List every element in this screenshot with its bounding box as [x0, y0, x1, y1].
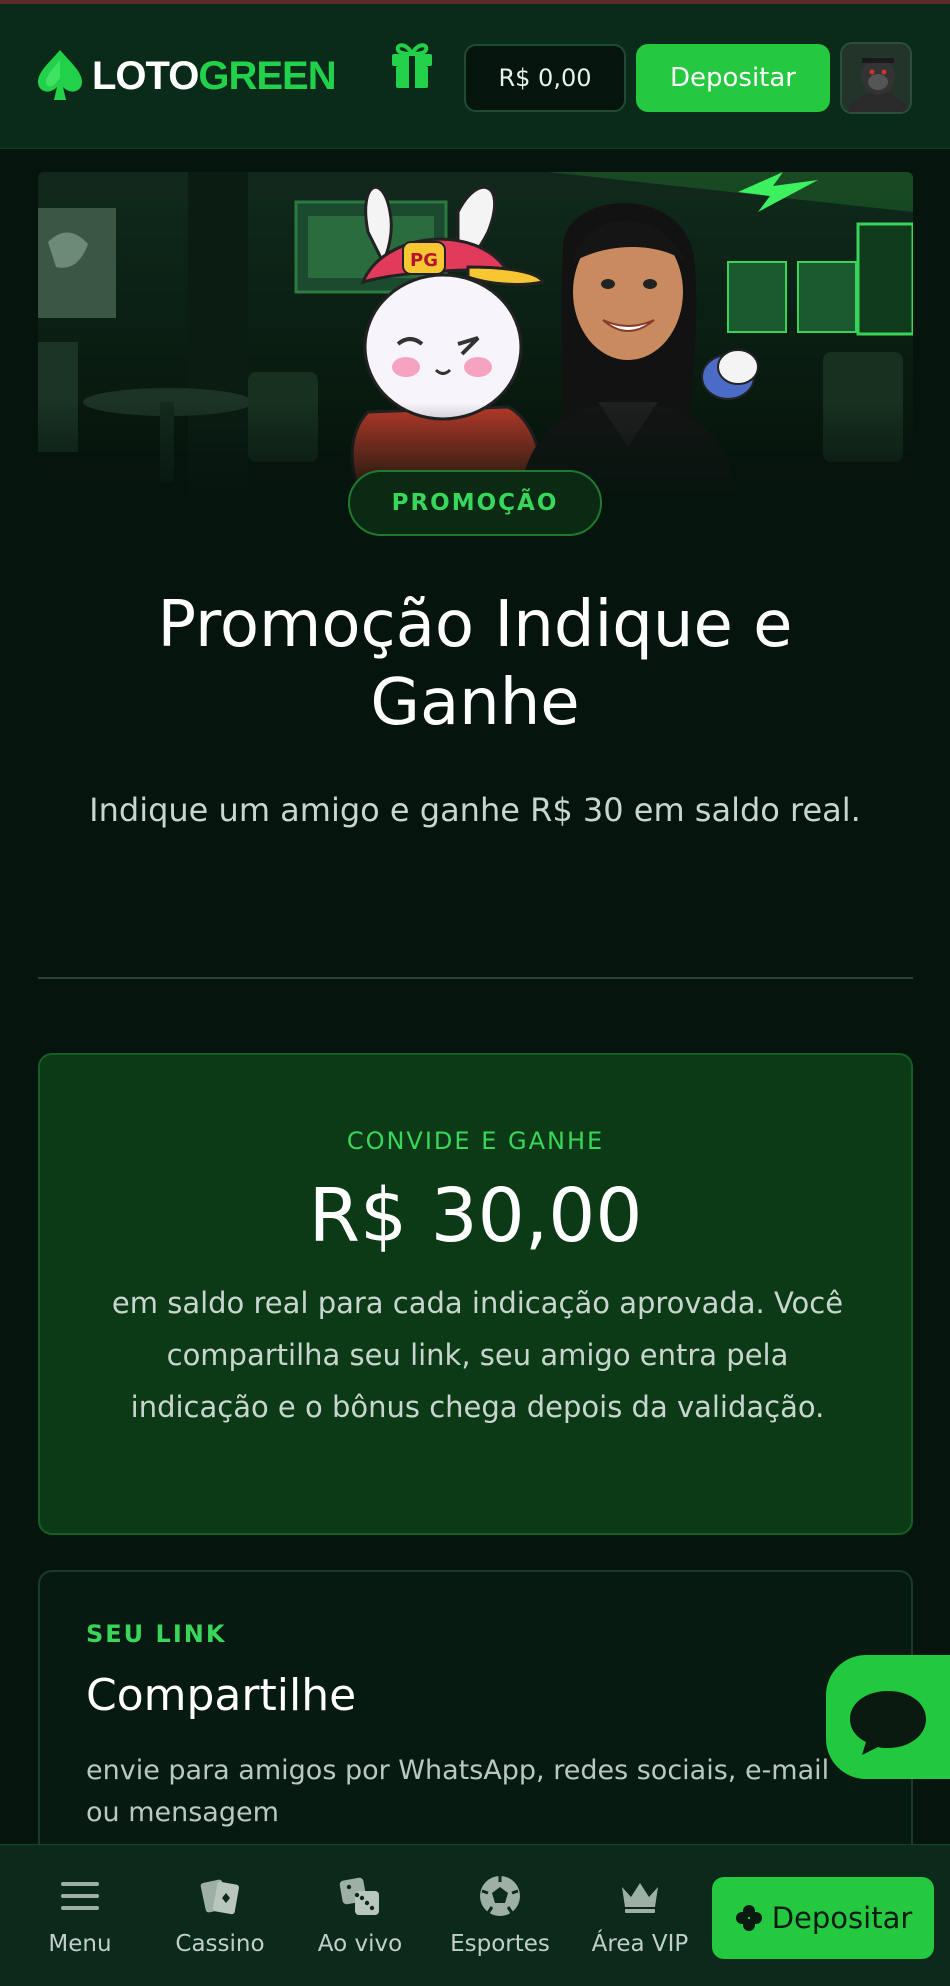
- deposit-bottom-button[interactable]: Depositar: [712, 1877, 934, 1959]
- gorilla-avatar-icon: [842, 44, 910, 112]
- dice-icon: [339, 1877, 379, 1915]
- logo-text-green: GREEN: [198, 53, 336, 98]
- promo-badge: PROMOÇÃO: [348, 470, 602, 536]
- chat-bubble-icon: [850, 1691, 926, 1755]
- nav-item-ao-vivo[interactable]: Ao vivo: [300, 1873, 420, 1973]
- nav-label-menu: Menu: [48, 1931, 112, 1957]
- menu-icon: [61, 1882, 99, 1910]
- reward-amount: R$ 30,00: [308, 1173, 643, 1259]
- crown-icon: [622, 1883, 658, 1913]
- link-card-description: envie para amigos por WhatsApp, redes so…: [86, 1755, 830, 1828]
- deposit-button[interactable]: Depositar: [636, 44, 830, 112]
- nav-label-esportes: Esportes: [450, 1931, 550, 1957]
- cards-icon: [200, 1879, 239, 1915]
- soccer-ball-icon: [480, 1876, 520, 1916]
- nav-item-area-vip[interactable]: Área VIP: [580, 1873, 700, 1973]
- deposit-bottom-label: Depositar: [771, 1901, 913, 1935]
- logo[interactable]: LOTOGREEN: [36, 46, 337, 106]
- nav-item-esportes[interactable]: Esportes: [440, 1873, 560, 1973]
- gift-icon[interactable]: [388, 38, 436, 90]
- logo-text-loto: LOTO: [92, 53, 199, 98]
- bottom-nav: Menu Cassino Ao vivo Esportes Área VIP D…: [0, 1844, 950, 1986]
- section-divider: [38, 977, 913, 979]
- invite-reward-card: CONVIDE E GANHE R$ 30,00 em saldo real p…: [38, 1053, 913, 1535]
- page-title: Promoção Indique e Ganhe: [157, 588, 793, 740]
- nav-item-cassino[interactable]: Cassino: [160, 1873, 280, 1973]
- share-link-card: SEU LINK Compartilhe envie para amigos p…: [38, 1570, 913, 1890]
- logo-text: LOTOGREEN: [92, 53, 337, 99]
- nav-item-menu[interactable]: Menu: [20, 1873, 140, 1973]
- spade-logo-icon: [38, 50, 82, 100]
- app-header: LOTOGREEN R$ 0,00 Depositar: [0, 4, 950, 149]
- link-card-title: Compartilhe: [86, 1670, 357, 1721]
- page-subtitle: Indique um amigo e ganhe R$ 30 em saldo …: [89, 791, 861, 829]
- invite-eyebrow: CONVIDE E GANHE: [346, 1127, 605, 1155]
- reward-description: em saldo real para cada indicação aprova…: [111, 1286, 844, 1424]
- nav-label-ao-vivo: Ao vivo: [317, 1931, 403, 1957]
- balance-display[interactable]: R$ 0,00: [464, 44, 626, 112]
- diamond-icon: [735, 1905, 762, 1931]
- nav-label-area-vip: Área VIP: [591, 1931, 689, 1957]
- promo-hero-image: PG: [38, 172, 913, 502]
- avatar[interactable]: [840, 42, 912, 114]
- chat-button[interactable]: [826, 1655, 950, 1779]
- link-eyebrow: SEU LINK: [86, 1620, 227, 1648]
- nav-label-cassino: Cassino: [175, 1931, 265, 1957]
